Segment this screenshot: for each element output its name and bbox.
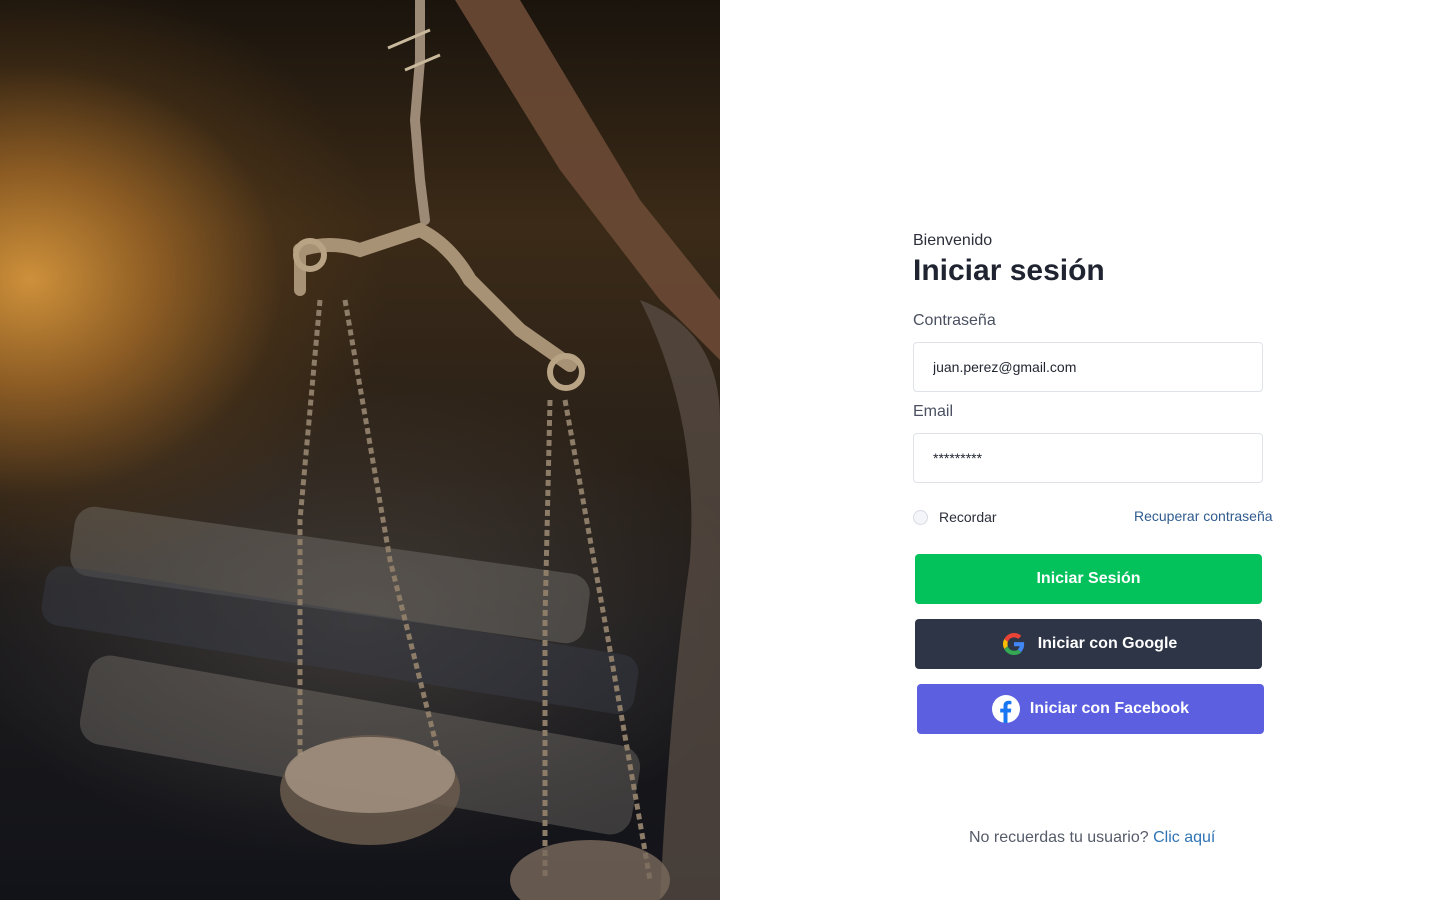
hero-image-scales-of-justice — [0, 0, 720, 900]
greeting-text: Bienvenido — [913, 232, 993, 249]
email-label: Email — [913, 403, 954, 420]
email-field[interactable] — [913, 433, 1263, 483]
recover-password-link[interactable]: Recuperar contraseña — [1134, 508, 1273, 524]
remember-radio[interactable] — [913, 509, 928, 525]
scales-illustration — [41, 0, 720, 900]
forgot-username-prompt: No recuerdas tu usuario? Clic aquí — [969, 829, 1215, 847]
password-field[interactable] — [913, 342, 1263, 392]
google-sign-in-button[interactable]: Iniciar con Google — [915, 619, 1262, 669]
remember-option[interactable]: Recordar — [913, 509, 997, 525]
forgot-username-text: No recuerdas tu usuario? — [969, 829, 1154, 846]
facebook-icon — [991, 695, 1020, 723]
sign-in-button[interactable]: Iniciar Sesión — [915, 554, 1262, 604]
facebook-sign-in-button[interactable]: Iniciar con Facebook — [917, 684, 1264, 734]
forgot-username-link[interactable]: Clic aquí — [1153, 829, 1215, 846]
sign-in-button-label: Iniciar Sesión — [1036, 570, 1141, 587]
google-icon — [1000, 630, 1028, 658]
google-sign-in-label: Iniciar con Google — [1037, 635, 1178, 652]
page-title: Iniciar sesión — [913, 254, 1105, 287]
facebook-sign-in-label: Iniciar con Facebook — [1029, 700, 1190, 717]
login-header: Bienvenido Iniciar sesión — [913, 230, 1273, 290]
remember-label: Recordar — [939, 509, 997, 525]
password-label: Contraseña — [913, 312, 996, 329]
